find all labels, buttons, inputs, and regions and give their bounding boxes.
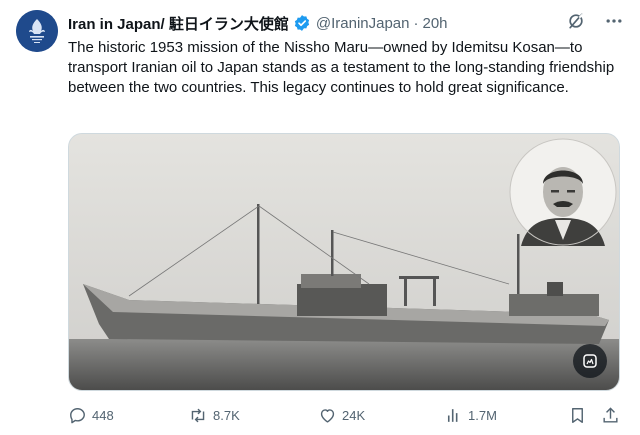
header-actions: [566, 12, 624, 34]
grok-icon[interactable]: [566, 11, 586, 35]
tweet-text: The historic 1953 mission of the Nissho …: [68, 39, 615, 96]
bookmark-icon: [572, 407, 583, 423]
tweet-media[interactable]: [68, 133, 620, 391]
ship-photo: [69, 134, 619, 390]
avatar[interactable]: [16, 10, 58, 52]
reply-count: 448: [92, 407, 114, 423]
image-edit-icon[interactable]: [573, 344, 607, 378]
reply-icon: [70, 407, 85, 423]
like-count: 24K: [342, 407, 366, 423]
views-button[interactable]: 1.7M: [444, 406, 497, 425]
bookmark-button[interactable]: [568, 406, 587, 425]
share-button[interactable]: [601, 406, 620, 425]
separator-dot: ·: [413, 14, 419, 32]
embassy-emblem-icon: [16, 10, 58, 52]
more-icon[interactable]: [604, 11, 624, 35]
views-count: 1.7M: [468, 407, 497, 423]
share-icon: [603, 406, 618, 423]
views-icon: [447, 408, 458, 422]
heart-icon: [320, 408, 335, 423]
reply-button[interactable]: 448: [68, 406, 114, 425]
display-name[interactable]: Iran in Japan/ 駐日イラン大使館: [68, 13, 289, 34]
tweet-header: Iran in Japan/ 駐日イラン大使館 @IraninJapan · 2…: [68, 12, 630, 34]
retweet-button[interactable]: 8.7K: [188, 406, 240, 425]
retweet-icon: [191, 408, 205, 422]
handle[interactable]: @IraninJapan: [316, 15, 410, 32]
tweet-actions: 448 8.7K 24K 1.7M: [68, 404, 628, 426]
verified-badge-icon: [293, 14, 311, 32]
timestamp[interactable]: 20h: [423, 15, 448, 32]
retweet-count: 8.7K: [213, 407, 240, 423]
like-button[interactable]: 24K: [318, 406, 365, 425]
